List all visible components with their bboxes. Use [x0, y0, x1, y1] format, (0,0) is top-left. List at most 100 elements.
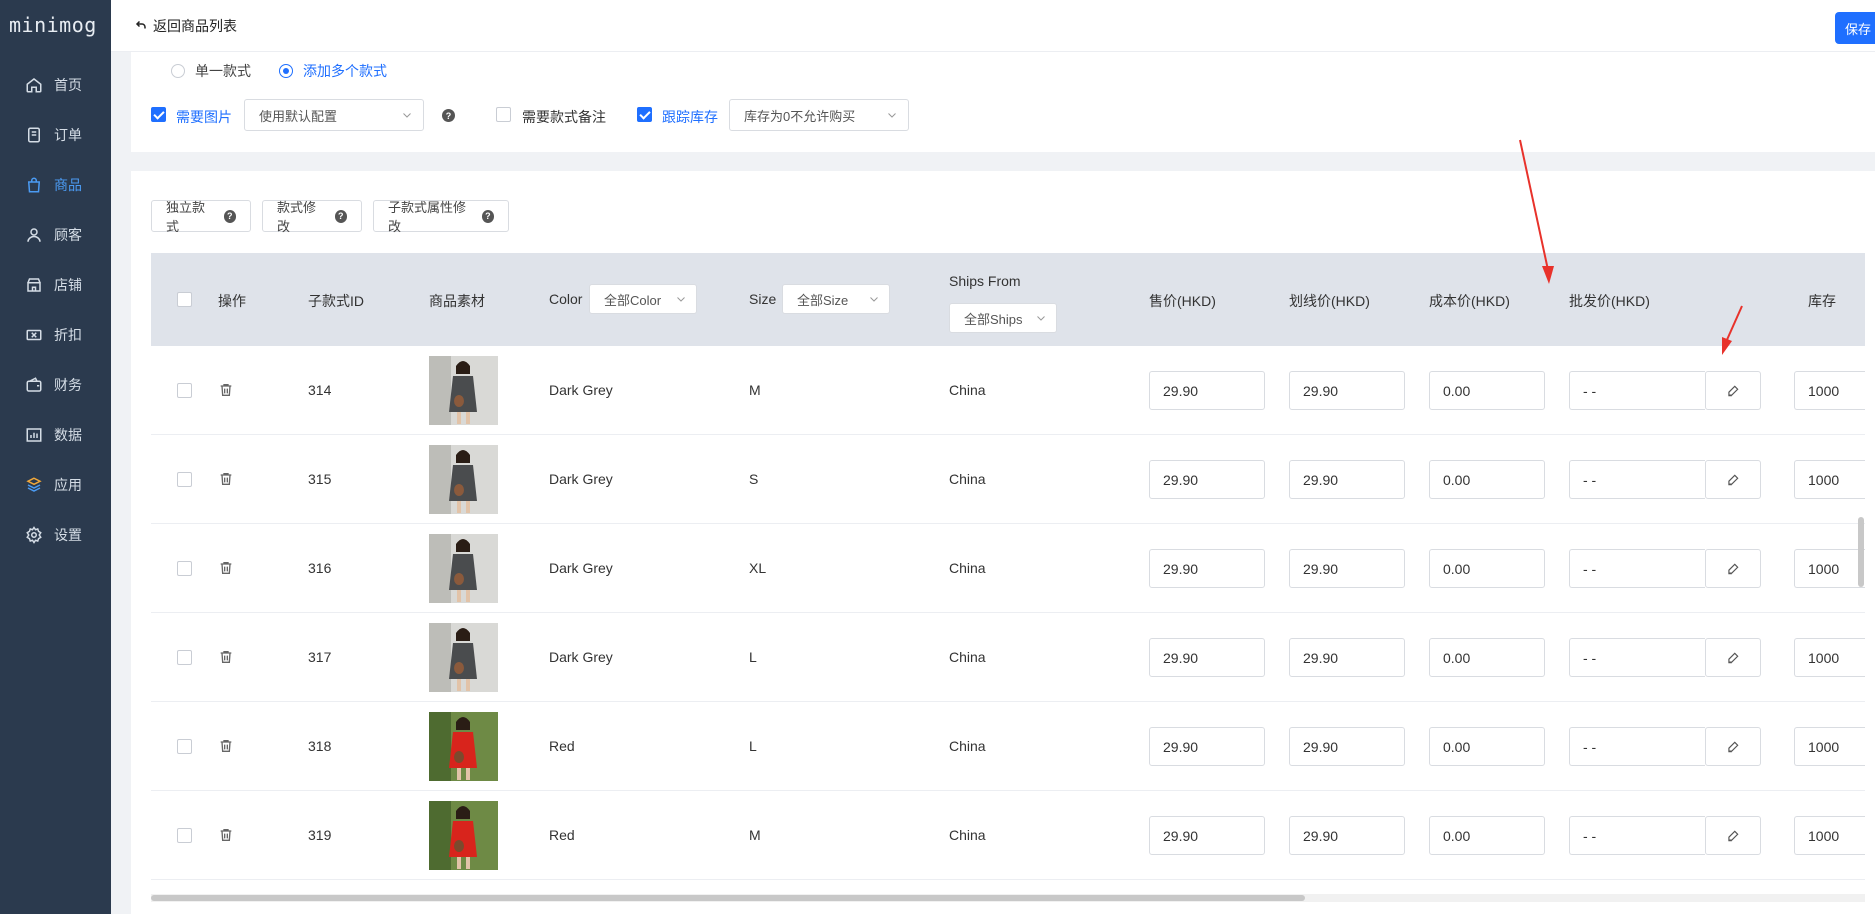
trash-icon[interactable]	[218, 382, 234, 398]
color-filter-select[interactable]: 全部Color	[589, 284, 697, 314]
price-input[interactable]: 29.90	[1149, 460, 1265, 499]
product-thumbnail[interactable]	[429, 712, 498, 781]
stock-policy-select[interactable]: 库存为0不允许购买	[729, 99, 909, 131]
cost-input[interactable]: 0.00	[1429, 638, 1545, 677]
price-input[interactable]: 29.90	[1149, 371, 1265, 410]
wholesale-edit-button[interactable]	[1705, 460, 1761, 499]
cost-input[interactable]: 0.00	[1429, 549, 1545, 588]
cost-input[interactable]: 0.00	[1429, 727, 1545, 766]
compare-price-input[interactable]: 29.90	[1289, 727, 1405, 766]
sidebar-item-data[interactable]: 数据	[0, 410, 111, 460]
row-ships-from: China	[949, 382, 986, 398]
stock-input[interactable]: 1000	[1794, 460, 1865, 499]
stock-input[interactable]: 1000	[1794, 816, 1865, 855]
product-thumbnail[interactable]	[429, 534, 498, 603]
price-input[interactable]: 29.90	[1149, 816, 1265, 855]
stock-input[interactable]: 1000	[1794, 727, 1865, 766]
need-image-checkbox[interactable]	[151, 107, 166, 122]
cost-input[interactable]: 0.00	[1429, 371, 1545, 410]
row-checkbox[interactable]	[177, 472, 192, 487]
column-header-material: 商品素材	[429, 293, 485, 309]
row-sub-id: 318	[308, 738, 332, 754]
sidebar-item-discounts[interactable]: 折扣	[0, 310, 111, 360]
stock-input[interactable]: 1000	[1794, 371, 1865, 410]
product-thumbnail[interactable]	[429, 356, 498, 425]
bar-chart-icon	[24, 425, 44, 445]
row-color: Dark Grey	[549, 560, 613, 576]
help-icon[interactable]: ?	[442, 109, 455, 122]
variant-options-row: 需要图片 使用默认配置 ? 需要款式备注 跟踪库存 库存为0不允许购买	[151, 99, 1851, 133]
trash-icon[interactable]	[218, 471, 234, 487]
wholesale-price-input[interactable]: - -	[1569, 816, 1705, 855]
compare-price-input[interactable]: 29.90	[1289, 638, 1405, 677]
independent-variant-button[interactable]: 独立款式 ?	[151, 200, 251, 234]
sidebar-item-products[interactable]: 商品	[0, 160, 111, 210]
image-config-select[interactable]: 使用默认配置	[244, 99, 424, 131]
row-checkbox[interactable]	[177, 828, 192, 843]
sidebar-item-finance[interactable]: 财务	[0, 360, 111, 410]
wholesale-edit-button[interactable]	[1705, 638, 1761, 677]
need-note-checkbox[interactable]	[496, 107, 511, 122]
product-thumbnail[interactable]	[429, 623, 498, 692]
row-ships-from: China	[949, 738, 986, 754]
sub-variant-attribute-button[interactable]: 子款式属性修改 ?	[373, 200, 509, 234]
select-all-checkbox[interactable]	[177, 292, 192, 307]
variant-modify-button[interactable]: 款式修改 ?	[262, 200, 362, 234]
cost-input[interactable]: 0.00	[1429, 816, 1545, 855]
back-to-product-list-link[interactable]: 返回商品列表	[135, 16, 237, 36]
wholesale-price-input[interactable]: - -	[1569, 727, 1705, 766]
stock-input[interactable]: 1000	[1794, 549, 1865, 588]
sidebar-item-settings[interactable]: 设置	[0, 510, 111, 560]
price-input[interactable]: 29.90	[1149, 549, 1265, 588]
brand-logo[interactable]: minimog	[0, 0, 111, 50]
trash-icon[interactable]	[218, 827, 234, 843]
track-stock-checkbox[interactable]	[637, 107, 652, 122]
stock-input[interactable]: 1000	[1794, 638, 1865, 677]
wholesale-edit-button[interactable]	[1705, 816, 1761, 855]
sidebar-item-apps[interactable]: 应用	[0, 460, 111, 510]
wholesale-edit-button[interactable]	[1705, 371, 1761, 410]
wholesale-edit-button[interactable]	[1705, 727, 1761, 766]
sidebar-item-label: 财务	[54, 377, 82, 393]
single-variant-radio[interactable]: 单一款式	[171, 61, 251, 81]
product-thumbnail[interactable]	[429, 445, 498, 514]
ships-filter-select[interactable]: 全部Ships	[949, 303, 1057, 333]
row-ships-from: China	[949, 471, 986, 487]
table-row: 316 Dark Grey XL China 29.90 29.90 0.00 …	[151, 524, 1865, 613]
trash-icon[interactable]	[218, 738, 234, 754]
sidebar-item-label: 应用	[54, 477, 82, 493]
wholesale-price-input[interactable]: - -	[1569, 371, 1705, 410]
compare-price-input[interactable]: 29.90	[1289, 816, 1405, 855]
save-button[interactable]: 保存	[1835, 12, 1875, 44]
row-checkbox[interactable]	[177, 739, 192, 754]
size-filter-select[interactable]: 全部Size	[782, 284, 890, 314]
ships-filter-value: 全部Ships	[964, 311, 1023, 327]
product-photo-image	[429, 712, 498, 781]
variant-table-card: 独立款式 ? 款式修改 ? 子款式属性修改 ? 操作 子款式ID 商品素材 Co…	[131, 171, 1875, 914]
price-input[interactable]: 29.90	[1149, 727, 1265, 766]
sidebar-item-store[interactable]: 店铺	[0, 260, 111, 310]
sidebar-item-customers[interactable]: 顾客	[0, 210, 111, 260]
vertical-scrollbar-thumb[interactable]	[1858, 517, 1864, 587]
trash-icon[interactable]	[218, 649, 234, 665]
compare-price-input[interactable]: 29.90	[1289, 460, 1405, 499]
wholesale-price-input[interactable]: - -	[1569, 460, 1705, 499]
trash-icon[interactable]	[218, 560, 234, 576]
top-bar: 返回商品列表 保存	[111, 0, 1875, 52]
horizontal-scrollbar-thumb[interactable]	[151, 895, 1305, 901]
wholesale-edit-button[interactable]	[1705, 549, 1761, 588]
compare-price-input[interactable]: 29.90	[1289, 549, 1405, 588]
wholesale-price-input[interactable]: - -	[1569, 549, 1705, 588]
multi-variant-radio[interactable]: 添加多个款式	[279, 61, 387, 81]
row-checkbox[interactable]	[177, 650, 192, 665]
sidebar-item-orders[interactable]: 订单	[0, 110, 111, 160]
compare-price-input[interactable]: 29.90	[1289, 371, 1405, 410]
row-checkbox[interactable]	[177, 383, 192, 398]
product-thumbnail[interactable]	[429, 801, 498, 870]
price-input[interactable]: 29.90	[1149, 638, 1265, 677]
wholesale-price-input[interactable]: - -	[1569, 638, 1705, 677]
sidebar-item-home[interactable]: 首页	[0, 60, 111, 110]
cost-input[interactable]: 0.00	[1429, 460, 1545, 499]
horizontal-scrollbar[interactable]	[151, 894, 1865, 902]
row-checkbox[interactable]	[177, 561, 192, 576]
